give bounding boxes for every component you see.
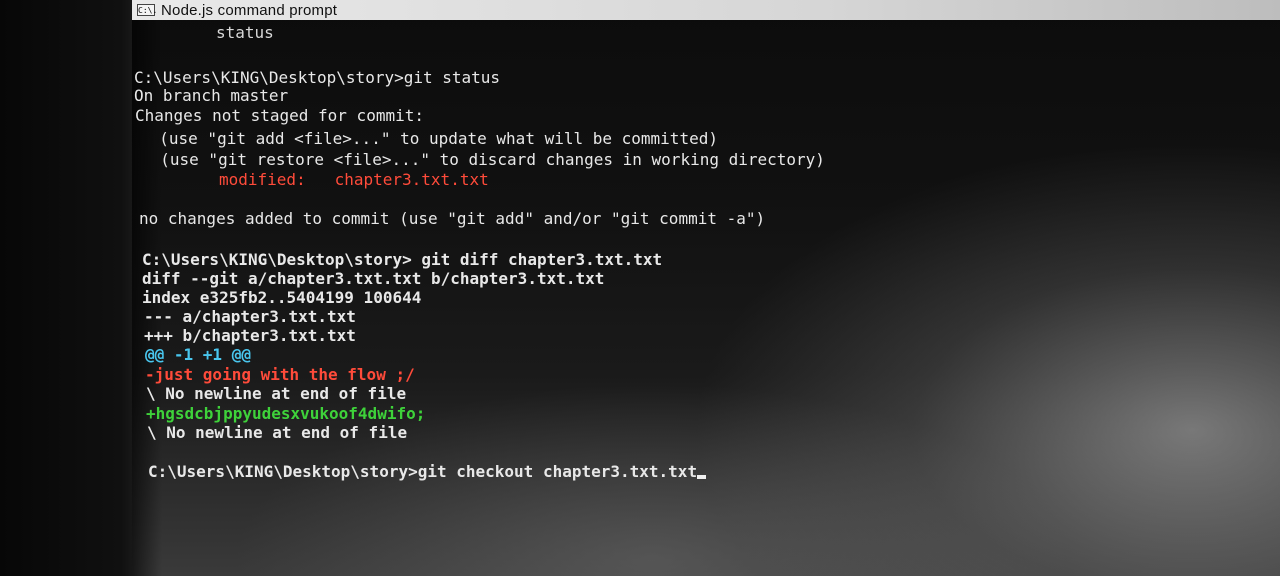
terminal-line: (use "git add <file>..." to update what …: [140, 129, 718, 148]
diff-removed-line: -just going with the flow ;/: [145, 365, 415, 384]
command-prompt-line: C:\Users\KING\Desktop\story>git status: [134, 68, 501, 87]
window-title: Node.js command prompt: [161, 1, 338, 19]
terminal-window[interactable]: C:\. Node.js command prompt status C:\Us…: [132, 0, 1280, 576]
diff-added-line: +hgsdcbjppyudesxvukoof4dwifo;: [146, 404, 426, 423]
command-text: C:\Users\KING\Desktop\story>git checkout…: [148, 462, 698, 481]
command-prompt-line: C:\Users\KING\Desktop\story> git diff ch…: [142, 250, 663, 269]
diff-no-newline-note: \ No newline at end of file: [147, 423, 408, 442]
diff-no-newline-note: \ No newline at end of file: [146, 384, 407, 403]
command-input-line[interactable]: C:\Users\KING\Desktop\story>git checkout…: [148, 462, 707, 481]
diff-old-file-line: --- a/chapter3.txt.txt: [144, 307, 356, 326]
text-cursor: [697, 475, 707, 479]
terminal-line: Changes not staged for commit:: [135, 106, 424, 125]
diff-new-file-line: +++ b/chapter3.txt.txt: [144, 326, 356, 345]
diff-index-line: index e325fb2..5404199 100644: [142, 288, 422, 307]
terminal-line: (use "git restore <file>..." to discard …: [141, 150, 825, 169]
command-prompt-icon: C:\.: [137, 4, 158, 16]
diff-hunk-header: @@ -1 +1 @@: [145, 345, 251, 364]
terminal-line: no changes added to commit (use "git add…: [139, 209, 766, 228]
title-bar[interactable]: C:\. Node.js command prompt: [132, 0, 1280, 20]
modified-file-line: modified: chapter3.txt.txt: [219, 170, 489, 189]
terminal-line: status: [216, 23, 274, 42]
diff-header-line: diff --git a/chapter3.txt.txt b/chapter3…: [142, 269, 605, 288]
monitor-bezel: [0, 0, 135, 576]
terminal-line: On branch master: [134, 86, 289, 105]
